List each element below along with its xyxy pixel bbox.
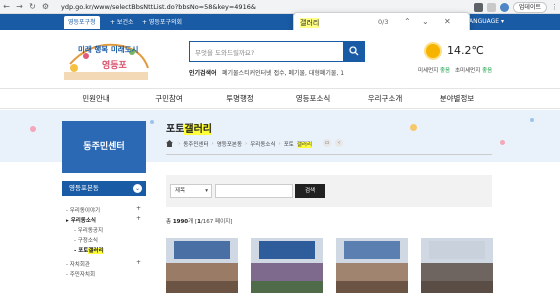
gallery-thumbnail[interactable] [421, 238, 493, 293]
site-logo[interactable]: 미래 행복 미래도시 영등포 [62, 34, 150, 84]
menu-icon[interactable]: ⋮ [551, 3, 558, 11]
keyword-input[interactable] [215, 184, 293, 198]
gallery-thumbnail[interactable] [166, 238, 238, 293]
nav-participation[interactable]: 구민참여 [155, 89, 183, 110]
sidebar-item-story[interactable]: - 우리동이야기 [66, 206, 100, 214]
nav-civil-service[interactable]: 민원안내 [82, 89, 110, 110]
breadcrumb-item[interactable]: 우리동소식 [250, 140, 275, 148]
logo-name: 영등포 [102, 61, 127, 71]
sidebar-item-photo-gallery[interactable]: - 포토갤러리 [74, 246, 104, 254]
star-icon[interactable] [486, 2, 496, 12]
sidebar-item-notice[interactable]: - 우리동공지 [74, 226, 103, 234]
decor-dot [500, 140, 505, 145]
breadcrumb-item[interactable]: 영등포본동 [217, 140, 242, 148]
extension-icon[interactable] [473, 2, 483, 12]
tab-yeongdeungpo-office[interactable]: 영등포구청 [64, 16, 100, 29]
back-icon[interactable]: ← [0, 0, 13, 14]
gallery-thumbnail[interactable] [336, 238, 408, 293]
expand-icon[interactable]: + [136, 215, 141, 222]
decor-dot [410, 124, 417, 131]
nav-transparency[interactable]: 투명행정 [226, 89, 254, 110]
fine-dust: 미세먼지 좋음 [418, 68, 451, 74]
tab-district-council[interactable]: + 영등포구의회 [138, 16, 186, 29]
forward-icon[interactable]: → [13, 0, 26, 14]
breadcrumb-item[interactable]: 동주민센터 [183, 140, 208, 148]
main-nav: 민원안내 구민참여 투명행정 영등포소식 우리구소개 분야별정보 [0, 88, 560, 109]
find-prev-icon[interactable]: ⌃ [404, 17, 411, 26]
sidebar-item-residents-council[interactable]: - 주민자치회 [66, 270, 95, 278]
print-icon[interactable]: ▭ [323, 139, 331, 147]
decor-dot [530, 118, 534, 122]
search-submit-button[interactable]: 검색 [295, 184, 325, 198]
popular-search-label: 인기검색어 [189, 70, 217, 77]
expand-icon[interactable]: + [136, 259, 141, 266]
nav-about[interactable]: 우리구소개 [368, 89, 403, 110]
sun-icon [426, 44, 440, 58]
profile-icon[interactable] [499, 2, 509, 12]
update-button[interactable]: 업데이트 [512, 1, 547, 13]
find-count: 0/3 [378, 18, 389, 26]
reload-icon[interactable]: ↻ [26, 0, 39, 14]
sidebar-title: 동주민센터 [62, 121, 146, 173]
search-icon [349, 46, 359, 56]
tab-health-center[interactable]: + 보건소 [106, 16, 138, 29]
site-header: 미래 행복 미래도시 영등포 무엇을 도와드릴까요? 인기검색어 폐기물스티커인… [0, 30, 560, 88]
sidebar-main-label: 영등포본동 [69, 184, 99, 192]
find-next-icon[interactable]: ⌄ [422, 17, 429, 26]
logo-slogan: 미래 행복 미래도시 [78, 45, 139, 54]
sidebar-item-news[interactable]: ▸ 우리동소식 [66, 216, 96, 224]
search-type-select[interactable]: 제목 [170, 184, 212, 198]
site-info-icon[interactable]: ⚙ [39, 0, 52, 14]
title-divider [166, 154, 492, 155]
find-close-icon[interactable]: ✕ [444, 17, 451, 26]
popular-search-keywords[interactable]: 폐기물스티커인터넷 접수, 폐기물, 대형폐기물, 1 [222, 68, 344, 77]
browser-toolbar: ← → ↻ ⚙ ydp.go.kr/www/selectBbsNttList.d… [0, 0, 560, 14]
search-button[interactable] [343, 41, 365, 61]
site-search: 무엇을 도와드릴까요? [189, 41, 365, 62]
share-icon[interactable]: ‹ [335, 139, 343, 147]
gallery-thumbnail[interactable] [251, 238, 323, 293]
page-title: 포토갤러리 [166, 124, 213, 135]
chevron-down-icon: ⌄ [133, 184, 142, 193]
language-selector[interactable]: LANGUAGE ▾ [466, 16, 504, 28]
gov-top-bar: 영등포구청 + 보건소 + 영등포구의회 LANGUAGE ▾ [0, 14, 560, 30]
decor-dot [150, 120, 154, 124]
breadcrumb: › 동주민센터 › 영등포본동 › 우리동소식 › 포토 갤러리 [166, 139, 318, 148]
total-count: 총 1990개 [1/167 페이지] [166, 219, 233, 225]
expand-icon[interactable]: + [136, 205, 141, 212]
ultrafine-dust: 초미세먼지 좋음 [455, 68, 493, 74]
nav-by-field[interactable]: 분야별정보 [440, 89, 475, 110]
decor-dot [30, 126, 36, 132]
home-icon[interactable] [166, 140, 173, 147]
breadcrumb-current: 포토 갤러리 [283, 141, 313, 148]
nav-news[interactable]: 영등포소식 [296, 89, 331, 110]
sidebar-item-yeongdeungpo-bondong[interactable]: 영등포본동 ⌄ [62, 181, 146, 196]
find-input[interactable]: 갤러리 [300, 18, 320, 28]
sidebar-item-district-news[interactable]: - 구정소식 [74, 236, 98, 244]
search-input[interactable]: 무엇을 도와드릴까요? [195, 47, 254, 57]
sidebar-item-community-center[interactable]: - 자치회관 [66, 260, 90, 268]
temperature: 14.2℃ [447, 44, 484, 57]
